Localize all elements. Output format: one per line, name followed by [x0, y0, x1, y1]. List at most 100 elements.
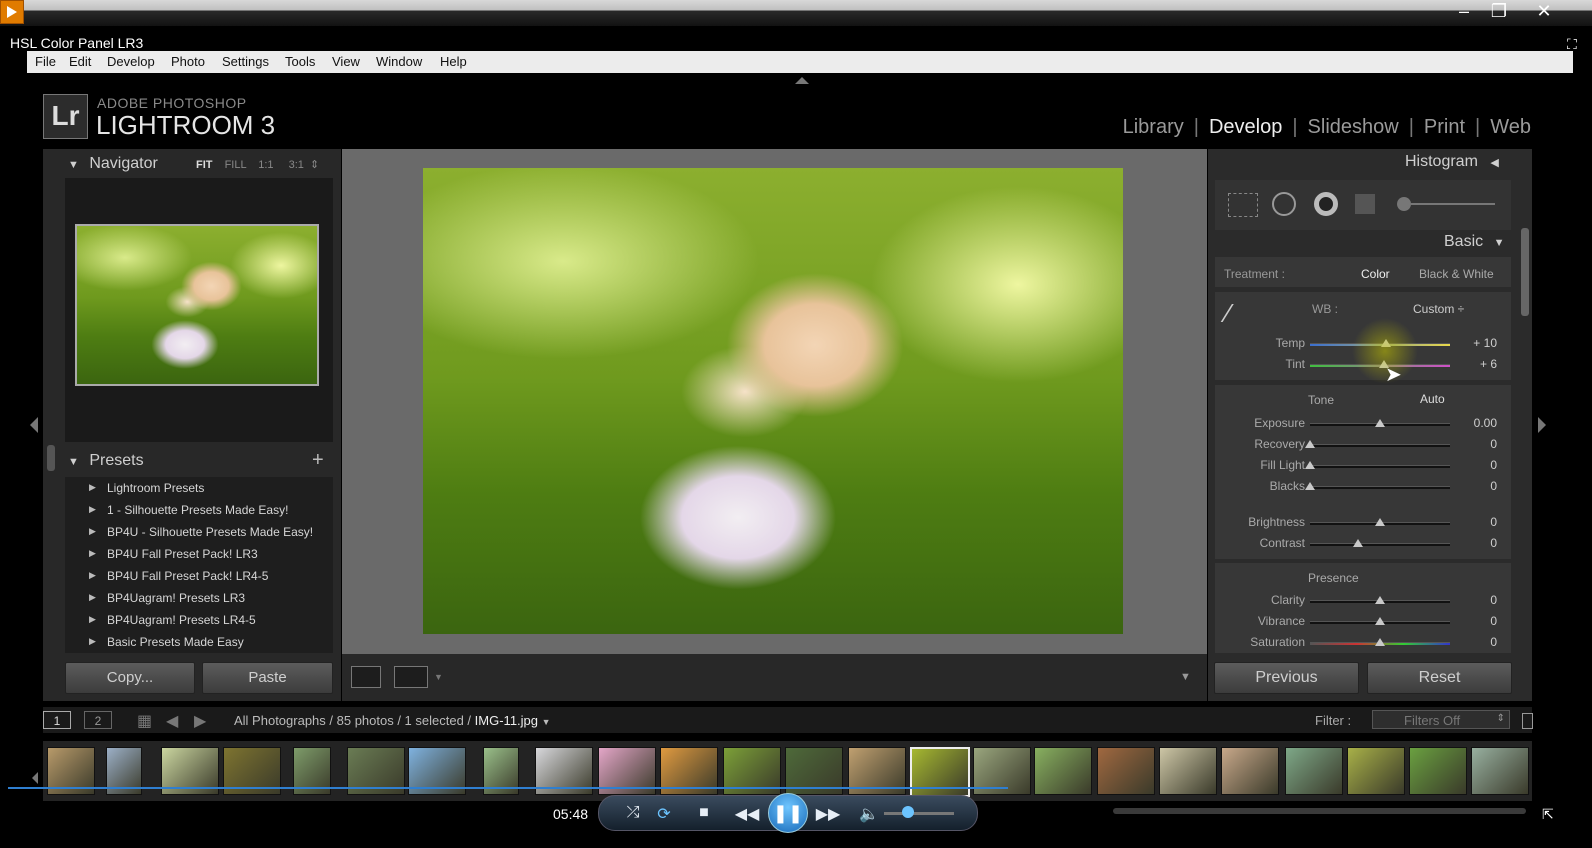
filmstrip-thumbnail[interactable]	[1409, 747, 1467, 795]
before-after-icon[interactable]	[394, 666, 428, 688]
zoom-1-1[interactable]: 1:1	[258, 159, 273, 171]
slider-track[interactable]	[1310, 543, 1450, 546]
rewind-icon[interactable]: ◀◀	[734, 804, 760, 824]
slider-value[interactable]: 0	[1457, 536, 1497, 550]
menu-edit[interactable]: Edit	[69, 54, 91, 69]
back-arrow-icon[interactable]: ◀	[166, 711, 178, 731]
volume-slider[interactable]	[884, 812, 954, 815]
module-print[interactable]: Print	[1424, 116, 1465, 139]
preset-folder[interactable]: 1 - Silhouette Presets Made Easy!	[89, 503, 288, 517]
filmstrip-thumbnail[interactable]	[1471, 747, 1529, 795]
window-2-button[interactable]: 2	[84, 711, 112, 729]
toolbar-menu-icon[interactable]: ▼	[1180, 671, 1191, 683]
menu-develop[interactable]: Develop	[107, 54, 155, 69]
auto-tone-button[interactable]: Auto	[1420, 392, 1445, 406]
graduated-filter-icon[interactable]	[1355, 194, 1375, 214]
filmstrip-thumbnail[interactable]	[1221, 747, 1279, 795]
slider-thumb[interactable]	[1305, 440, 1315, 448]
restore-icon[interactable]: ❐	[1482, 0, 1516, 24]
forward-arrow-icon[interactable]: ▶	[194, 711, 206, 731]
zoom-fill[interactable]: FILL	[225, 159, 247, 171]
preset-folder[interactable]: Lightroom Presets	[89, 481, 204, 495]
filmstrip-thumbnail[interactable]	[910, 747, 970, 797]
menu-view[interactable]: View	[332, 54, 360, 69]
slider-thumb[interactable]	[1375, 518, 1385, 526]
slider-thumb[interactable]	[1375, 596, 1385, 604]
slider-track[interactable]	[1310, 465, 1450, 468]
slider-fill-light[interactable]: Fill Light 0	[1215, 458, 1511, 478]
menu-photo[interactable]: Photo	[171, 54, 205, 69]
slider-track[interactable]	[1310, 486, 1450, 489]
basic-header[interactable]: Basic ▼	[1444, 233, 1504, 251]
slider-clarity[interactable]: Clarity 0	[1215, 593, 1511, 613]
right-panel-scrollbar[interactable]	[1521, 228, 1529, 316]
slider-value[interactable]: 0	[1457, 515, 1497, 529]
module-web[interactable]: Web	[1490, 116, 1531, 139]
slider-value[interactable]: 0	[1457, 437, 1497, 451]
slider-thumb[interactable]	[1375, 617, 1385, 625]
menu-file[interactable]: File	[35, 54, 56, 69]
slider-value[interactable]: 0	[1457, 635, 1497, 649]
paste-button[interactable]: Paste	[202, 662, 333, 694]
slider-track[interactable]	[1310, 444, 1450, 447]
filter-select[interactable]: Filters Off ⇕	[1372, 710, 1510, 729]
spot-removal-icon[interactable]	[1272, 192, 1296, 216]
treatment-color[interactable]: Color	[1361, 267, 1390, 281]
slider-thumb[interactable]	[1375, 638, 1385, 646]
slider-recovery[interactable]: Recovery 0	[1215, 437, 1511, 457]
slider-brightness[interactable]: Brightness 0	[1215, 515, 1511, 535]
previous-button[interactable]: Previous	[1214, 662, 1359, 694]
module-library[interactable]: Library	[1123, 116, 1184, 139]
slider-value[interactable]: 0	[1457, 458, 1497, 472]
slider-thumb[interactable]	[1305, 461, 1315, 469]
treatment-black-white[interactable]: Black & White	[1419, 267, 1494, 281]
slider-contrast[interactable]: Contrast 0	[1215, 536, 1511, 556]
stop-icon[interactable]: ■	[691, 804, 717, 822]
wb-select[interactable]: Custom ÷	[1413, 302, 1464, 316]
zoom-stepper-icon[interactable]: ⇕	[310, 159, 319, 171]
reset-button[interactable]: Reset	[1367, 662, 1512, 694]
zoom-3-1[interactable]: 3:1	[289, 159, 304, 171]
copy-button[interactable]: Copy...	[65, 662, 195, 694]
menu-tools[interactable]: Tools	[285, 54, 315, 69]
view-mode-dropdown-icon[interactable]: ▼	[434, 672, 443, 682]
slider-value[interactable]: 0	[1457, 614, 1497, 628]
volume-knob[interactable]	[902, 806, 914, 818]
left-panel-toggle-icon[interactable]	[30, 417, 38, 433]
close-icon[interactable]: ✕	[1527, 0, 1561, 24]
shuffle-icon[interactable]: ⤮	[620, 804, 646, 822]
eyedropper-icon[interactable]: ⁄	[1226, 298, 1256, 334]
brush-slider[interactable]	[1411, 203, 1495, 205]
preset-folder[interactable]: BP4Uagram! Presets LR4-5	[89, 613, 256, 627]
menu-window[interactable]: Window	[376, 54, 422, 69]
crop-icon[interactable]	[1228, 193, 1258, 217]
minimize-icon[interactable]: –	[1447, 0, 1481, 24]
slider-value[interactable]: + 10	[1457, 336, 1497, 350]
slider-thumb[interactable]	[1352, 539, 1363, 547]
menu-settings[interactable]: Settings	[222, 54, 269, 69]
slider-saturation[interactable]: Saturation 0	[1215, 635, 1511, 655]
filmstrip-thumbnail[interactable]	[1034, 747, 1092, 795]
repeat-icon[interactable]: ⟳	[651, 804, 677, 824]
navigator-thumbnail[interactable]	[75, 224, 319, 386]
filmstrip-toggle-icon[interactable]	[32, 772, 38, 784]
top-panel-toggle-icon[interactable]	[795, 77, 809, 84]
window-1-button[interactable]: 1	[43, 711, 71, 729]
module-slideshow[interactable]: Slideshow	[1308, 116, 1399, 139]
filmstrip-scrollbar[interactable]	[1113, 808, 1526, 814]
volume-icon[interactable]: 🔈	[856, 804, 882, 824]
left-panel-scrollbar[interactable]	[47, 445, 55, 471]
filter-lock-icon[interactable]	[1522, 713, 1533, 729]
filmstrip-thumbnail[interactable]	[1285, 747, 1343, 795]
zoom-fit[interactable]: FIT	[196, 159, 213, 171]
slider-thumb[interactable]	[1375, 419, 1385, 427]
grid-icon[interactable]: ▦	[137, 711, 152, 731]
preset-folder[interactable]: BP4U Fall Preset Pack! LR4-5	[89, 569, 268, 583]
slider-thumb[interactable]	[1305, 482, 1315, 490]
module-develop[interactable]: Develop	[1209, 116, 1282, 139]
navigator-header[interactable]: ▼ Navigator	[68, 155, 158, 173]
histogram-header[interactable]: Histogram ◀	[1405, 153, 1499, 171]
preset-folder[interactable]: BP4U - Silhouette Presets Made Easy!	[89, 525, 313, 539]
filmstrip-thumbnail[interactable]	[1097, 747, 1155, 795]
player-seek-bar[interactable]	[8, 787, 1008, 789]
